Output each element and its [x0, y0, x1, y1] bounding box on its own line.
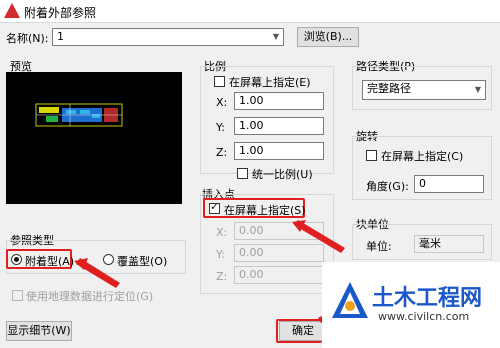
watermark-url: www.civilcn.com: [378, 310, 470, 323]
civilcn-logo-icon: [332, 282, 368, 318]
watermark-title: 土木工程网: [372, 286, 483, 311]
watermark-panel: 土木工程网 www.civilcn.com: [322, 262, 500, 348]
